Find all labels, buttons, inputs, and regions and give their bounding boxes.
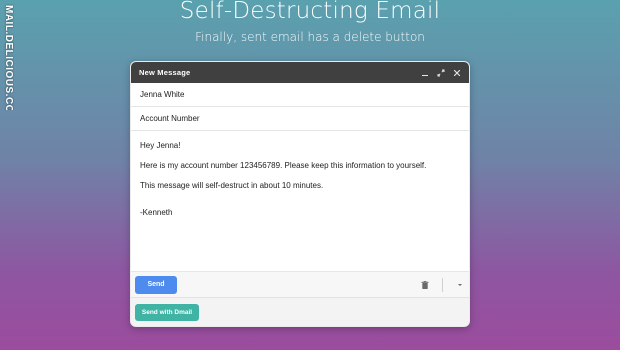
footer-divider bbox=[442, 277, 443, 292]
hero: Self-Destructing Email Finally, sent ema… bbox=[0, 0, 620, 44]
recipient-text: Jenna White bbox=[140, 90, 185, 99]
minimize-icon[interactable] bbox=[421, 69, 429, 77]
compose-title: New Message bbox=[139, 68, 191, 77]
footer-actions bbox=[420, 277, 465, 292]
hero-subtitle: Finally, sent email has a delete button bbox=[195, 30, 425, 44]
compose-header: New Message bbox=[131, 62, 469, 83]
body-line: Here is my account number 123456789. Ple… bbox=[140, 161, 427, 170]
compose-bottom-bar: Send with Dmail bbox=[131, 297, 469, 326]
subject-field[interactable]: Account Number bbox=[131, 107, 469, 131]
subject-text: Account Number bbox=[140, 114, 200, 123]
body-line: Hey Jenna! bbox=[140, 141, 181, 150]
body-line: This message will self-destruct in about… bbox=[140, 181, 324, 190]
send-with-dmail-button[interactable]: Send with Dmail bbox=[135, 303, 199, 321]
close-icon[interactable] bbox=[453, 69, 461, 77]
recipient-field[interactable]: Jenna White bbox=[131, 83, 469, 107]
send-button[interactable]: Send bbox=[135, 275, 177, 294]
chevron-down-icon[interactable] bbox=[455, 280, 465, 290]
expand-icon[interactable] bbox=[437, 69, 445, 77]
message-body[interactable]: Hey Jenna! Here is my account number 123… bbox=[131, 131, 469, 274]
compose-window: New Message Jenna White Account Number H… bbox=[130, 61, 470, 327]
compose-footer: Send bbox=[131, 271, 469, 297]
hero-title: Self-Destructing Email bbox=[179, 0, 441, 24]
trash-icon[interactable] bbox=[420, 280, 430, 290]
body-line: -Kenneth bbox=[140, 208, 173, 217]
compose-header-actions bbox=[421, 69, 461, 77]
